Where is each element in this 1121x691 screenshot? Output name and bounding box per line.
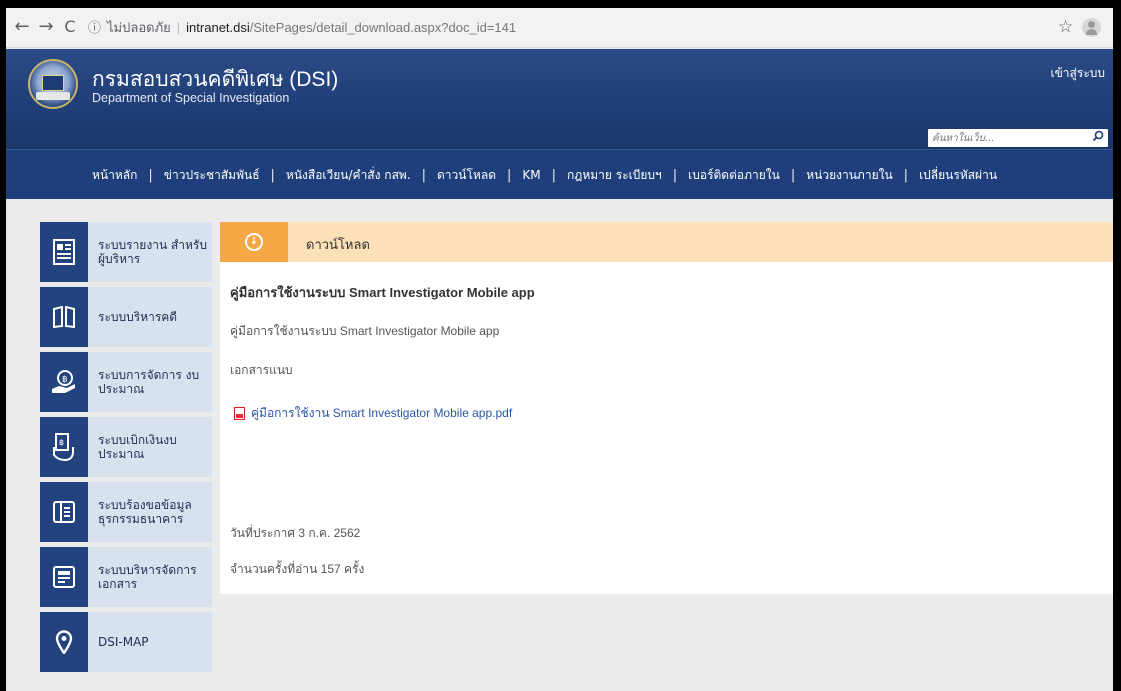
sidebar-item-executive-report[interactable]: ระบบรายงาน สำหรับผู้บริหาร [40, 222, 212, 282]
sidebar-item-label: ระบบบริหารจัดการ เอกสาร [98, 563, 197, 591]
download-badge: ↓ [220, 222, 288, 262]
security-label: ไม่ปลอดภัย [107, 20, 171, 35]
svg-text:฿: ฿ [62, 375, 68, 385]
nav-home[interactable]: หน้าหลัก [92, 166, 137, 185]
sidebar-item-document-management[interactable]: ระบบบริหารจัดการ เอกสาร [40, 547, 212, 607]
nav-km[interactable]: KM [522, 168, 540, 182]
document-title: คู่มือการใช้งานระบบ Smart Investigator M… [230, 285, 535, 300]
nav-circulars[interactable]: หนังสือเวียน/คำสั่ง กสพ. [286, 166, 411, 185]
nav-separator: | [672, 167, 678, 183]
address-divider: | [176, 20, 181, 35]
reload-icon[interactable]: C [60, 17, 80, 37]
nav-separator: | [148, 167, 153, 183]
sidebar-item-budget-withdrawal[interactable]: ฿ ระบบเบิกเงินงบประมาณ [40, 417, 212, 477]
report-icon [40, 222, 88, 282]
nav-separator: | [507, 167, 512, 183]
browser-toolbar: ← → C ⓘ ไม่ปลอดภัย | intranet.dsi/SitePages… [6, 8, 1113, 48]
nav-separator: | [903, 167, 909, 183]
sidebar-item-dsi-map[interactable]: DSI-MAP [40, 612, 212, 672]
site-search [928, 129, 1108, 147]
site-subtitle: Department of Special Investigation [92, 91, 290, 105]
attachment-file-link[interactable]: คู่มือการใช้งาน Smart Investigator Mobil… [234, 404, 512, 423]
budget-hand-icon: ฿ [40, 352, 88, 412]
download-detail-panel: ↓ ดาวน์โหลด คู่มือการใช้งานระบบ Smart In… [220, 222, 1113, 594]
bookmark-star-icon[interactable]: ☆ [1058, 17, 1073, 37]
logo-emblem [42, 75, 64, 91]
publish-date: วันที่ประกาศ 3 ก.ค. 2562 [230, 526, 361, 540]
attachment-label: เอกสารแนบ [230, 363, 293, 377]
svg-text:฿: ฿ [59, 438, 64, 447]
nav-download[interactable]: ดาวน์โหลด [437, 166, 496, 185]
sidebar-item-label: ระบบเบิกเงินงบประมาณ [98, 433, 177, 461]
nav-news[interactable]: ข่าวประชาสัมพันธ์ [164, 166, 260, 185]
sidebar: ระบบรายงาน สำหรับผู้บริหาร ระบบบริหารคดี… [40, 222, 212, 677]
site-header: กรมสอบสวนคดีพิเศษ (DSI) Department of Sp… [6, 49, 1113, 149]
search-input[interactable] [932, 130, 1082, 146]
nav-separator: | [270, 167, 275, 183]
document-description: คู่มือการใช้งานระบบ Smart Investigator M… [230, 324, 500, 338]
nav-change-password[interactable]: เปลี่ยนรหัสผ่าน [919, 166, 997, 185]
search-icon[interactable] [1092, 130, 1104, 146]
sidebar-item-label: DSI-MAP [98, 635, 149, 649]
forward-icon[interactable]: → [36, 17, 56, 37]
back-icon[interactable]: ← [12, 17, 32, 37]
map-pin-icon [40, 612, 88, 672]
nav-separator: | [790, 167, 796, 183]
attachment-file-name[interactable]: คู่มือการใช้งาน Smart Investigator Mobil… [251, 404, 512, 423]
url-host: intranet.dsi [186, 20, 250, 35]
bank-record-icon [40, 482, 88, 542]
sidebar-item-label: ระบบรายงาน สำหรับผู้บริหาร [98, 238, 207, 266]
url-path: /SitePages/detail_download.aspx?doc_id=1… [249, 20, 517, 35]
download-icon: ↓ [245, 233, 263, 251]
nav-phone-directory[interactable]: เบอร์ติดต่อภายใน [688, 166, 780, 185]
login-link[interactable]: เข้าสู่ระบบ [1051, 64, 1106, 83]
sidebar-item-label: ระบบร้องขอข้อมูล ธุรกรรมธนาคาร [98, 498, 192, 526]
dsi-logo[interactable] [28, 59, 78, 109]
document-icon [40, 547, 88, 607]
sidebar-item-budget-management[interactable]: ฿ ระบบการจัดการ งบประมาณ [40, 352, 212, 412]
book-icon [40, 287, 88, 347]
sidebar-item-bank-records[interactable]: ระบบร้องขอข้อมูล ธุรกรรมธนาคาร [40, 482, 212, 542]
logo-band [36, 92, 70, 100]
sidebar-item-label: ระบบการจัดการ งบประมาณ [98, 368, 200, 396]
main-nav: หน้าหลัก | ข่าวประชาสัมพันธ์ | หนังสือเว… [6, 149, 1113, 199]
withdraw-icon: ฿ [40, 417, 88, 477]
sidebar-item-label: ระบบบริหารคดี [98, 310, 178, 324]
read-count: จำนวนครั้งที่อ่าน 157 ครั้ง [230, 562, 365, 576]
section-title: ดาวน์โหลด [306, 238, 370, 253]
page-body: ระบบรายงาน สำหรับผู้บริหาร ระบบบริหารคดี… [6, 200, 1113, 691]
sidebar-item-case-management[interactable]: ระบบบริหารคดี [40, 287, 212, 347]
nav-laws[interactable]: กฎหมาย ระเบียบฯ [567, 166, 662, 185]
address-bar[interactable]: ⓘ ไม่ปลอดภัย | intranet.dsi/SitePages/detai… [88, 17, 516, 39]
account-icon[interactable] [1082, 18, 1101, 37]
browser-window: ← → C ⓘ ไม่ปลอดภัย | intranet.dsi/SitePages… [6, 8, 1113, 691]
nav-separator: | [421, 167, 427, 183]
info-icon[interactable]: ⓘ [88, 20, 101, 35]
download-section-header: ↓ ดาวน์โหลด [220, 222, 1113, 262]
nav-separator: | [551, 167, 557, 183]
nav-internal-units[interactable]: หน่วยงานภายใน [806, 166, 892, 185]
pdf-icon [234, 407, 245, 420]
